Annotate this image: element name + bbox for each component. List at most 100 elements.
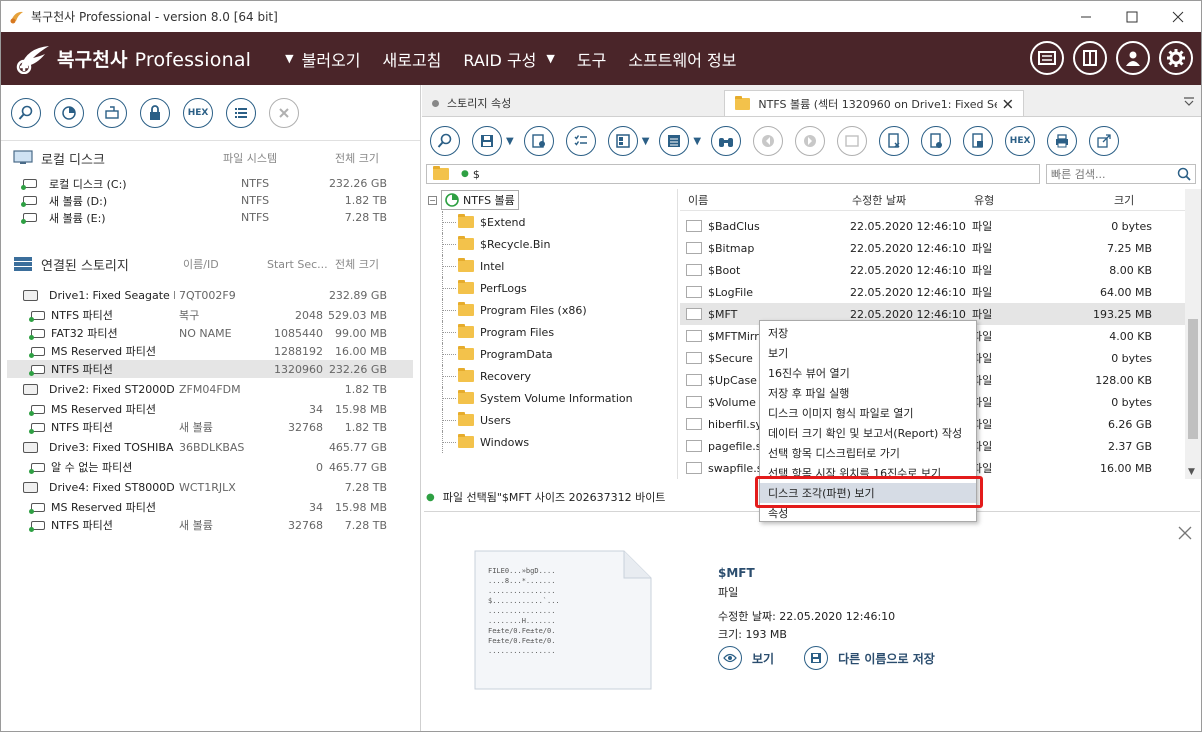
delete-file-button[interactable] (879, 126, 910, 156)
settings-button[interactable] (1159, 41, 1193, 75)
close-window-button[interactable] (1155, 1, 1201, 32)
hex-button[interactable]: HEX (183, 97, 213, 128)
local-disk-fs: NTFS (241, 211, 270, 224)
drive-item[interactable]: Drive3: Fixed TOSHIBA ... 36BDLKBAS 465.77… (1, 436, 420, 458)
menu-load[interactable]: ▼ 불러오기 (285, 47, 360, 71)
save-button[interactable] (472, 126, 502, 156)
context-menu-item[interactable]: 데이터 크기 확인 및 보고서(Report) 작성 (760, 423, 976, 443)
tree-folder[interactable]: PerfLogs (422, 277, 677, 299)
tree-folder[interactable]: $Extend (422, 211, 677, 233)
file-list-scrollbar[interactable]: ▼ (1185, 189, 1201, 479)
context-menu-item[interactable]: 저장 후 파일 실행 (760, 383, 976, 403)
tab-storage-properties[interactable]: 스토리지 속성 (422, 90, 722, 116)
collapse-icon[interactable]: − (428, 195, 437, 205)
context-menu-item[interactable]: 보기 (760, 343, 976, 363)
menu-raid[interactable]: RAID 구성 ▼ (463, 47, 554, 71)
partition-item[interactable]: NTFS 파티션 복구 2048 529.03 MB (7, 306, 413, 324)
local-disk-item[interactable]: 새 볼륨 (D:) NTFS 1.82 TB (1, 192, 420, 209)
drive-name: Drive2: Fixed ST2000D... (49, 382, 175, 396)
drive-item[interactable]: Drive4: Fixed ST8000D... WCT1RJLX 7.28 TB (1, 476, 420, 498)
tree-folder[interactable]: Program Files (x86) (422, 299, 677, 321)
hex-view-button[interactable]: HEX (1005, 126, 1036, 156)
menu-about[interactable]: 소프트웨어 정보 (628, 47, 736, 71)
close-tab-icon[interactable] (1003, 99, 1013, 109)
partition-item[interactable]: MS Reserved 파티션 34 15.98 MB (7, 400, 413, 418)
panel-toggle-button[interactable] (1073, 41, 1107, 75)
partition-item[interactable]: NTFS 파티션 1320960 232.26 GB (7, 360, 413, 378)
tree-folder[interactable]: Users (422, 409, 677, 431)
maximize-button[interactable] (1109, 1, 1155, 32)
search-icon[interactable] (1177, 167, 1191, 181)
menu-tools[interactable]: 도구 (577, 47, 606, 71)
drive-item[interactable]: Drive2: Fixed ST2000D... ZFM04FDM 1.82 TB (1, 378, 420, 400)
tree-folder[interactable]: Intel (422, 255, 677, 277)
file-settings-button[interactable] (921, 126, 952, 156)
preview-view-button[interactable]: 보기 (718, 646, 774, 670)
quick-search-input[interactable] (1051, 167, 1175, 181)
account-button[interactable] (1116, 41, 1150, 75)
print-button[interactable] (1047, 126, 1078, 156)
col-type[interactable]: 유형 (974, 192, 994, 208)
partition-item[interactable]: FAT32 파티션 NO NAME 1085440 99.00 MB (7, 324, 413, 342)
scroll-down-icon[interactable]: ▼ (1188, 467, 1195, 477)
preview-save-as-button[interactable]: 다른 이름으로 저장 (804, 646, 935, 670)
details-button[interactable] (659, 126, 690, 156)
tab-ntfs-volume[interactable]: NTFS 볼륨 (섹터 1320960 on Drive1: Fixed Sea… (724, 90, 1024, 116)
dropdown-triangle-icon[interactable]: ▼ (693, 136, 701, 147)
partition-item[interactable]: NTFS 파티션 새 볼륨 32768 7.28 TB (7, 516, 413, 534)
col-modified[interactable]: 수정한 날짜 (852, 192, 906, 208)
tab-list-icon[interactable] (1183, 96, 1195, 106)
path-bar[interactable]: ● $ (426, 164, 1040, 184)
dropdown-triangle-icon[interactable]: ▼ (506, 136, 514, 147)
col-size[interactable]: 크기 (1114, 192, 1134, 208)
checklist-button[interactable] (565, 126, 596, 156)
view-mode-button[interactable] (607, 126, 638, 156)
tree-folder[interactable]: ProgramData (422, 343, 677, 365)
scan-files-button[interactable] (523, 126, 554, 156)
image-view-button[interactable] (837, 126, 868, 156)
image-button[interactable] (97, 97, 127, 128)
close-preview-icon[interactable] (1178, 526, 1192, 540)
drive-item[interactable]: Drive1: Fixed Seagate B... 7QT002F9 232.89… (1, 284, 420, 306)
next-button[interactable] (795, 126, 826, 156)
scan-button[interactable] (54, 97, 84, 128)
log-button[interactable] (1030, 41, 1064, 75)
close-storage-button[interactable] (269, 97, 299, 128)
search-button[interactable] (11, 97, 41, 128)
quick-search-box[interactable] (1046, 164, 1196, 184)
binoculars-button[interactable] (711, 126, 742, 156)
tree-folder[interactable]: Windows (422, 431, 677, 453)
dropdown-triangle-icon[interactable]: ▼ (642, 136, 650, 147)
file-row[interactable]: $BadClus 22.05.2020 12:46:10 파일 0 bytes (680, 215, 1200, 237)
tree-folder[interactable]: Recovery (422, 365, 677, 387)
context-menu-item[interactable]: 저장 (760, 323, 976, 343)
file-row[interactable]: $Boot 22.05.2020 12:46:10 파일 8.00 KB (680, 259, 1200, 281)
find-button[interactable] (430, 126, 460, 156)
list-button[interactable] (226, 97, 256, 128)
col-name[interactable]: 이름 (688, 192, 708, 208)
file-save-button[interactable] (963, 126, 994, 156)
partition-item[interactable]: NTFS 파티션 새 볼륨 32768 1.82 TB (7, 418, 413, 436)
context-menu-item[interactable]: 디스크 이미지 형식 파일로 열기 (760, 403, 976, 423)
tree-folder[interactable]: System Volume Information (422, 387, 677, 409)
context-menu-item[interactable]: 선택 항목 디스크립터로 가기 (760, 443, 976, 463)
menu-refresh[interactable]: 새로고침 (383, 47, 442, 71)
partition-item[interactable]: 알 수 없는 파티션 0 465.77 GB (7, 458, 413, 476)
file-row[interactable]: $Bitmap 22.05.2020 12:46:10 파일 7.25 MB (680, 237, 1200, 259)
tree-folder[interactable]: $Recycle.Bin (422, 233, 677, 255)
prev-button[interactable] (753, 126, 784, 156)
local-disk-item[interactable]: 새 볼륨 (E:) NTFS 7.28 TB (1, 209, 420, 226)
tree-root[interactable]: − NTFS 볼륨 (422, 189, 677, 211)
lock-icon (150, 104, 160, 120)
file-name: swapfile.s (708, 461, 763, 475)
partition-item[interactable]: MS Reserved 파티션 34 15.98 MB (7, 498, 413, 516)
scrollbar-thumb[interactable] (1188, 319, 1198, 439)
context-menu-item[interactable]: 16진수 뷰어 열기 (760, 363, 976, 383)
lock-button[interactable] (140, 97, 170, 128)
tree-folder[interactable]: Program Files (422, 321, 677, 343)
partition-item[interactable]: MS Reserved 파티션 1288192 16.00 MB (7, 342, 413, 360)
export-button[interactable] (1089, 126, 1120, 156)
local-disk-item[interactable]: 로컬 디스크 (C:) NTFS 232.26 GB (1, 175, 420, 192)
file-row[interactable]: $LogFile 22.05.2020 12:46:10 파일 64.00 MB (680, 281, 1200, 303)
minimize-button[interactable] (1063, 1, 1109, 32)
